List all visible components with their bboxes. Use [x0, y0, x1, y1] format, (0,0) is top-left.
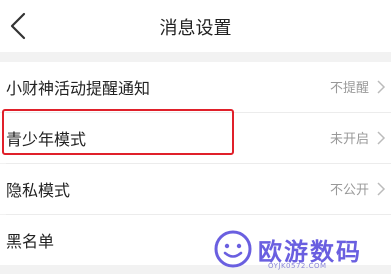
setting-value: 不公开 — [329, 183, 369, 198]
setting-row-activity-reminder[interactable]: 小财神活动提醒通知 不提醒 — [0, 62, 391, 112]
highlight-box — [2, 109, 234, 155]
chevron-right-icon — [377, 131, 386, 145]
watermark-url: OYJK0572.COM — [268, 262, 327, 270]
setting-value: 未开启 — [329, 132, 369, 147]
chevron-right-icon — [377, 182, 386, 196]
setting-value: 不提醒 — [329, 81, 369, 96]
chevron-right-icon — [377, 80, 386, 94]
page-title: 消息设置 — [159, 18, 232, 39]
setting-label: 黑名单 — [6, 232, 55, 251]
watermark-logo-icon — [214, 230, 252, 268]
watermark: 欧游数码 OYJK0572.COM — [212, 226, 390, 274]
section-gap — [0, 52, 391, 62]
header-bar: 消息设置 — [0, 0, 391, 52]
setting-label: 小财神活动提醒通知 — [6, 79, 151, 98]
setting-label: 隐私模式 — [6, 181, 71, 200]
setting-row-privacy-mode[interactable]: 隐私模式 不公开 — [0, 164, 391, 214]
